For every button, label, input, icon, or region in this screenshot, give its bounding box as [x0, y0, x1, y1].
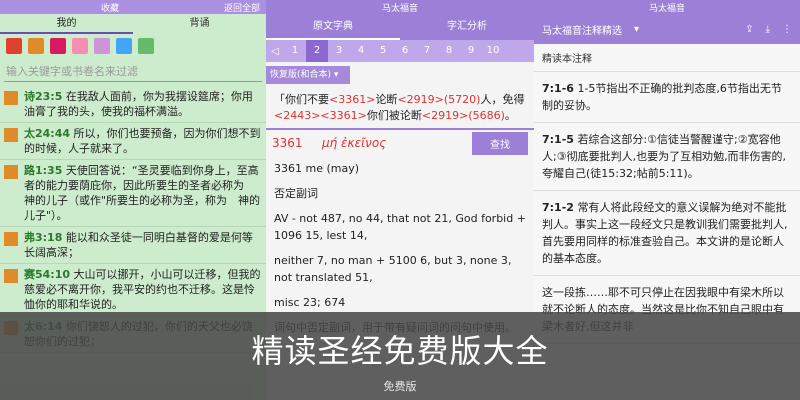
favorites-title: 收藏: [100, 3, 119, 14]
page-number[interactable]: 7: [416, 40, 438, 62]
color-swatch[interactable]: [116, 38, 132, 54]
color-swatch[interactable]: [94, 38, 110, 54]
highlight-marker: [4, 91, 18, 105]
strong-tag[interactable]: <3361>: [329, 93, 375, 106]
verse-item-text: 路1:35 天使回答说：“圣灵要临到你身上，至高者的能力要荫庇你，因此所要生的圣…: [24, 163, 262, 223]
commentary-book-title: 马太福音: [649, 3, 686, 14]
note-text: 常有人将此段经文的意义误解为绝对不能批判人。事实上这一段经文只是教训我们需要批判…: [542, 201, 788, 265]
strong-tag[interactable]: <2443><3361>: [274, 109, 367, 122]
strong-tag[interactable]: <2919>(5720): [397, 93, 480, 106]
highlight-marker: [4, 128, 18, 142]
definition-line: AV - not 487, no 44, that not 21, God fo…: [274, 212, 526, 242]
list-item[interactable]: 路1:35 天使回答说：“圣灵要临到你身上，至高者的能力要荫庇你，因此所要生的圣…: [0, 160, 266, 227]
filter-input[interactable]: 输入关键字或书卷名来过滤: [4, 62, 262, 82]
share-icon[interactable]: ⇪: [745, 24, 753, 35]
chapter-pager: ◁ 1 2 3 4 5 6 7 8 9 10: [266, 40, 534, 62]
version-dropdown[interactable]: 恢复版(和合本) ▾: [266, 66, 350, 84]
verse-ref: 赛54:10: [24, 268, 71, 281]
definition-line: misc 23; 674: [274, 296, 346, 309]
promo-title: 精读圣经免费版大全: [251, 332, 549, 370]
lexicon-search-row: 3361 μή ἐκεῖνος 查找: [266, 130, 534, 156]
favorites-tabs: 我的 背诵: [0, 14, 266, 34]
prev-page-icon[interactable]: ◁: [266, 46, 284, 57]
commentary-notes: 7:1-6 1-5节指出不正确的批判态度,6节指出无节制的妥协。 7:1-5 若综…: [534, 72, 800, 344]
note-text: 1-5节指出不正确的批判态度,6节指出无节制的妥协。: [542, 82, 782, 112]
strong-tag[interactable]: <2919>(5686): [422, 109, 505, 122]
tab-mine[interactable]: 我的: [0, 14, 133, 34]
lexicon-book-title: 马太福音: [382, 3, 419, 14]
verse-ref: 太24:44: [24, 127, 71, 140]
commentary-note: 7:1-2 常有人将此段经文的意义误解为绝对不能批判人。事实上这一段经文只是教训…: [534, 191, 800, 276]
verse-item-text: 诗23:5 在我敌人面前，你为我摆设筵席；你用油膏了我的头，使我的福杯满溢。: [24, 89, 262, 119]
verse-part: 「你们不要: [274, 93, 329, 106]
verse-part: 。: [504, 109, 516, 122]
verse-ref: 弗3:18: [24, 231, 63, 244]
tab-memorize[interactable]: 背诵: [133, 14, 266, 34]
list-item[interactable]: 弗3:18 能以和众圣徒一同明白基督的爱是何等长阔高深；: [0, 227, 266, 264]
verse-item-text: 弗3:18 能以和众圣徒一同明白基督的爱是何等长阔高深；: [24, 230, 262, 260]
favorites-topbar: 收藏 返回全部: [0, 0, 266, 14]
tab-word-analysis[interactable]: 字汇分析: [400, 14, 534, 40]
promo-subtitle: 免费版: [383, 380, 417, 393]
page-number[interactable]: 3: [328, 40, 350, 62]
verse-part: 论断: [375, 93, 398, 106]
lexicon-tabs: 原文字典 字汇分析: [266, 14, 534, 40]
note-ref: 7:1-2: [542, 201, 574, 214]
definition-line: neither 7, no man + 5100 6, but 3, none …: [274, 254, 512, 284]
color-filter-bar: [0, 34, 266, 60]
color-swatch[interactable]: [72, 38, 88, 54]
promo-banner: 精读圣经免费版大全 免费版: [0, 312, 800, 400]
list-item[interactable]: 赛54:10 大山可以挪开，小山可以迁移，但我的慈爱必不离开你，我平安的约也不迁…: [0, 264, 266, 316]
greek-word: μή ἐκεῖνος: [322, 136, 387, 150]
verse-item-text: 太24:44 所以，你们也要预备，因为你们想不到的时候，人子就来了。: [24, 126, 262, 156]
commentary-header: 马太福音注释精选 ▾ ⇪ ⤓ ⋮: [534, 14, 800, 44]
verse-ref: 诗23:5: [24, 90, 63, 103]
list-item[interactable]: 太24:44 所以，你们也要预备，因为你们想不到的时候，人子就来了。: [0, 123, 266, 160]
page-number[interactable]: 5: [372, 40, 394, 62]
definition-line: 否定副词: [274, 187, 318, 200]
page-number[interactable]: 10: [482, 40, 504, 62]
commentary-topbar: 马太福音: [534, 0, 800, 14]
page-number[interactable]: 1: [284, 40, 306, 62]
commentary-title[interactable]: 马太福音注释精选: [542, 22, 622, 37]
verse-part: 你们被论断: [366, 109, 422, 122]
page-number[interactable]: 8: [438, 40, 460, 62]
verse-text: 「你们不要<3361>论断<2919>(5720)人，免得 <2443><3361…: [266, 84, 534, 130]
page-number[interactable]: 9: [460, 40, 482, 62]
highlight-marker: [4, 269, 18, 283]
color-swatch[interactable]: [6, 38, 22, 54]
commentary-subheader: 精读本注释: [534, 44, 800, 72]
note-ref: 7:1-6: [542, 82, 574, 95]
version-label: 恢复版(和合本): [270, 70, 332, 80]
list-item[interactable]: 诗23:5 在我敌人面前，你为我摆设筵席；你用油膏了我的头，使我的福杯满溢。: [0, 86, 266, 123]
lexicon-topbar: 马太福音: [266, 0, 534, 14]
color-swatch[interactable]: [50, 38, 66, 54]
more-icon[interactable]: ⋮: [782, 24, 792, 35]
highlight-marker: [4, 165, 18, 179]
strong-number: 3361: [272, 136, 303, 150]
definition-line: 3361 me (may): [274, 162, 360, 175]
verse-item-text: 赛54:10 大山可以挪开，小山可以迁移，但我的慈爱必不离开你，我平安的约也不迁…: [24, 267, 262, 312]
page-number[interactable]: 6: [394, 40, 416, 62]
note-text: 若综合这部分:①信徒当警醒谨守;②宽容他人;③彻底要批判人,也要为了互相劝勉,而…: [542, 133, 787, 180]
back-all-link[interactable]: 返回全部: [224, 1, 260, 14]
commentary-note: 7:1-5 若综合这部分:①信徒当警醒谨守;②宽容他人;③彻底要批判人,也要为了…: [534, 123, 800, 191]
commentary-note: 7:1-6 1-5节指出不正确的批判态度,6节指出无节制的妥协。: [534, 72, 800, 123]
download-icon[interactable]: ⤓: [766, 24, 770, 35]
color-swatch[interactable]: [138, 38, 154, 54]
page-number[interactable]: 4: [350, 40, 372, 62]
chevron-down-icon[interactable]: ▾: [634, 24, 639, 35]
color-swatch[interactable]: [28, 38, 44, 54]
lookup-button[interactable]: 查找: [472, 131, 528, 155]
verse-ref: 路1:35: [24, 164, 63, 177]
verse-part: 人，免得: [480, 93, 525, 106]
note-ref: 7:1-5: [542, 133, 574, 146]
highlight-marker: [4, 232, 18, 246]
page-number[interactable]: 2: [306, 40, 328, 62]
tab-original-dictionary[interactable]: 原文字典: [266, 14, 400, 40]
